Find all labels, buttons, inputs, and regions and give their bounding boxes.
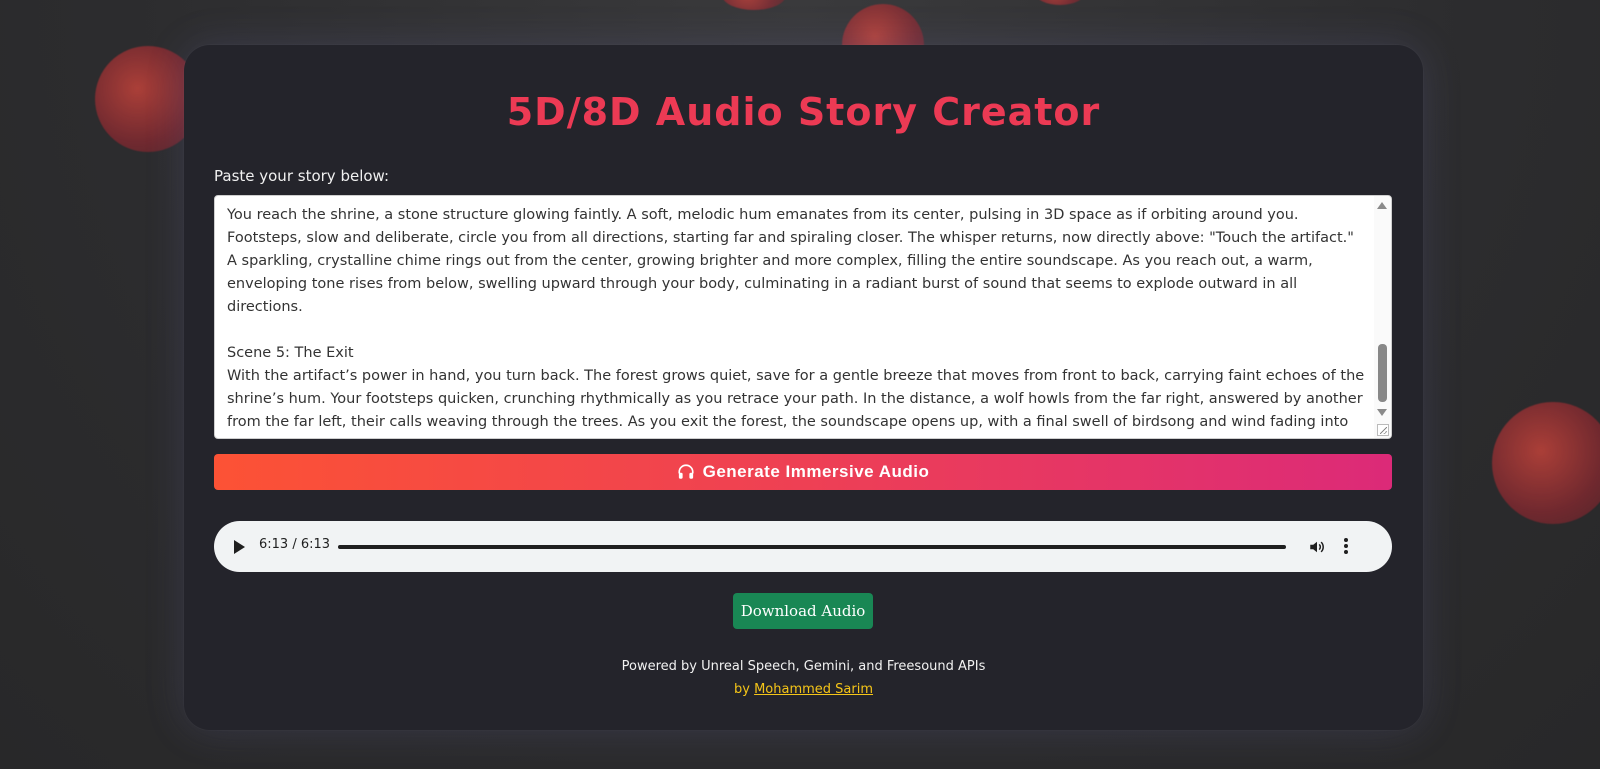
play-icon[interactable] — [234, 540, 245, 554]
scroll-down-arrow-icon[interactable] — [1377, 409, 1387, 416]
headphones-icon — [678, 464, 694, 479]
scroll-thumb[interactable] — [1378, 344, 1387, 402]
byline-prefix: by — [733, 682, 750, 697]
powered-by-text: Powered by Unreal Speech, Gemini, and Fr… — [621, 659, 986, 674]
story-textarea[interactable]: You reach the shrine, a stone structure … — [214, 195, 1392, 439]
audio-player[interactable]: 6:13 / 6:13 — [214, 521, 1392, 572]
generate-audio-label: Generate Immersive Audio — [702, 462, 930, 481]
textarea-scrollbar[interactable] — [1374, 196, 1391, 438]
volume-icon[interactable] — [1308, 538, 1326, 556]
background-orb — [1492, 402, 1600, 524]
resize-grip-icon[interactable] — [1377, 424, 1389, 436]
audio-time: 6:13 / 6:13 — [259, 537, 331, 552]
background-orb — [722, 0, 786, 10]
byline: by Mohammed Sarim — [184, 682, 1423, 697]
generate-audio-button[interactable]: Generate Immersive Audio — [214, 454, 1392, 490]
scroll-up-arrow-icon[interactable] — [1377, 202, 1387, 209]
author-link[interactable]: Mohammed Sarim — [754, 682, 873, 697]
background-orb — [1035, 0, 1085, 5]
audio-progress-bar[interactable] — [338, 545, 1286, 549]
page-title: 5D/8D Audio Story Creator — [506, 90, 1101, 134]
more-options-icon[interactable] — [1344, 536, 1348, 556]
download-audio-button[interactable]: Download Audio — [733, 593, 873, 629]
main-card: 5D/8D Audio Story Creator Paste your sto… — [184, 45, 1423, 730]
story-text[interactable]: You reach the shrine, a stone structure … — [227, 204, 1367, 438]
story-label: Paste your story below: — [214, 167, 390, 185]
